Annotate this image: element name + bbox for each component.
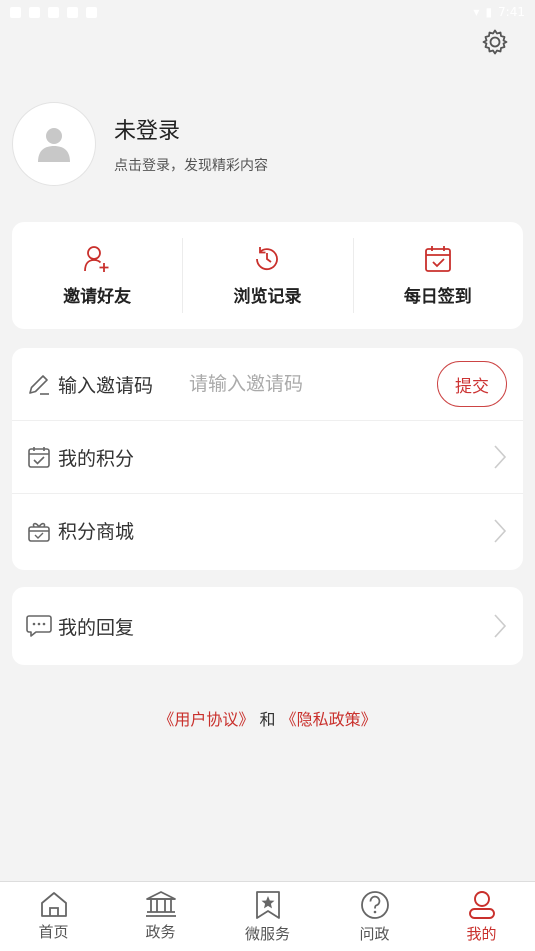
calendar-check-icon [424, 246, 451, 272]
my-points-row[interactable]: 我的积分 [12, 421, 523, 494]
submit-button[interactable]: 提交 [437, 361, 507, 407]
tab-government[interactable]: 政务 [107, 882, 214, 951]
quick-action-label: 浏览记录 [233, 287, 302, 307]
daily-checkin-button[interactable]: 每日签到 [352, 222, 523, 329]
tab-label: 问政 [359, 925, 390, 943]
status-system-icons: ▾ ▮ 7:41 [473, 5, 525, 19]
points-mall-row[interactable]: 积分商城 [12, 494, 523, 567]
status-bar: ▾ ▮ 7:41 [0, 0, 535, 24]
user-profile-icon [468, 891, 495, 919]
gift-box-icon [26, 518, 52, 544]
profile-subtitle: 点击登录，发现精彩内容 [114, 158, 268, 174]
my-points-label: 我的积分 [58, 447, 135, 470]
chevron-right-icon [494, 614, 507, 638]
tab-micro-services[interactable]: 微服务 [214, 882, 321, 951]
my-replies-row[interactable]: 我的回复 [12, 587, 523, 665]
invite-code-row: 输入邀请码 提交 [12, 348, 523, 421]
tab-label: 首页 [38, 923, 69, 941]
privacy-policy-link[interactable]: 《隐私政策》 [281, 710, 377, 729]
question-circle-icon [360, 891, 389, 919]
my-replies-label: 我的回复 [58, 616, 135, 639]
tab-label: 我的 [466, 925, 497, 943]
notification-icon [86, 6, 97, 18]
quick-actions-card: 邀请好友 浏览记录 每日签到 [12, 222, 523, 329]
chat-bubble-icon [26, 613, 52, 639]
home-icon [40, 892, 67, 917]
invite-code-input[interactable] [189, 373, 400, 395]
user-agreement-link[interactable]: 《用户协议》 [158, 710, 254, 729]
notification-icon [10, 6, 21, 18]
points-mall-label: 积分商城 [58, 521, 135, 543]
download-icon [48, 6, 59, 18]
profile-header[interactable]: 未登录 点击登录，发现精彩内容 [12, 102, 268, 186]
user-silhouette-icon [38, 128, 70, 162]
star-bookmark-icon [255, 891, 280, 919]
status-notification-icons [10, 6, 97, 18]
points-calendar-icon [26, 444, 52, 470]
history-clock-icon [256, 247, 279, 271]
wifi-icon: ▾ [473, 5, 480, 19]
quick-action-label: 邀请好友 [63, 287, 132, 307]
tab-label: 微服务 [244, 925, 290, 943]
browse-history-button[interactable]: 浏览记录 [182, 222, 352, 329]
replies-card: 我的回复 [12, 587, 523, 665]
tab-home[interactable]: 首页 [0, 882, 107, 951]
battery-icon: ▮ [485, 5, 493, 19]
agreement-text: 《用户协议》 和 《隐私政策》 [0, 706, 535, 730]
avatar[interactable] [12, 102, 96, 186]
profile-name[interactable]: 未登录 [114, 113, 268, 145]
chevron-right-icon [494, 518, 507, 543]
agreement-and: 和 [259, 710, 276, 729]
quick-action-label: 每日签到 [403, 287, 472, 307]
bottom-tab-bar: 首页 政务 微服务 问政 我的 [0, 881, 535, 951]
add-user-icon [84, 246, 109, 272]
invite-code-label: 输入邀请码 [58, 374, 154, 397]
gear-icon[interactable] [481, 28, 509, 56]
download-icon [29, 6, 40, 18]
tab-label: 政务 [145, 923, 176, 941]
tab-mine[interactable]: 我的 [428, 882, 535, 951]
invite-friends-button[interactable]: 邀请好友 [12, 222, 182, 329]
pencil-icon [26, 371, 52, 397]
chevron-right-icon [494, 445, 507, 469]
status-time: 7:41 [498, 5, 525, 19]
menu-card: 输入邀请码 提交 我的积分 积分商城 [12, 348, 523, 570]
tab-inquiry[interactable]: 问政 [321, 882, 428, 951]
government-building-icon [145, 891, 176, 917]
download-icon [67, 6, 78, 18]
